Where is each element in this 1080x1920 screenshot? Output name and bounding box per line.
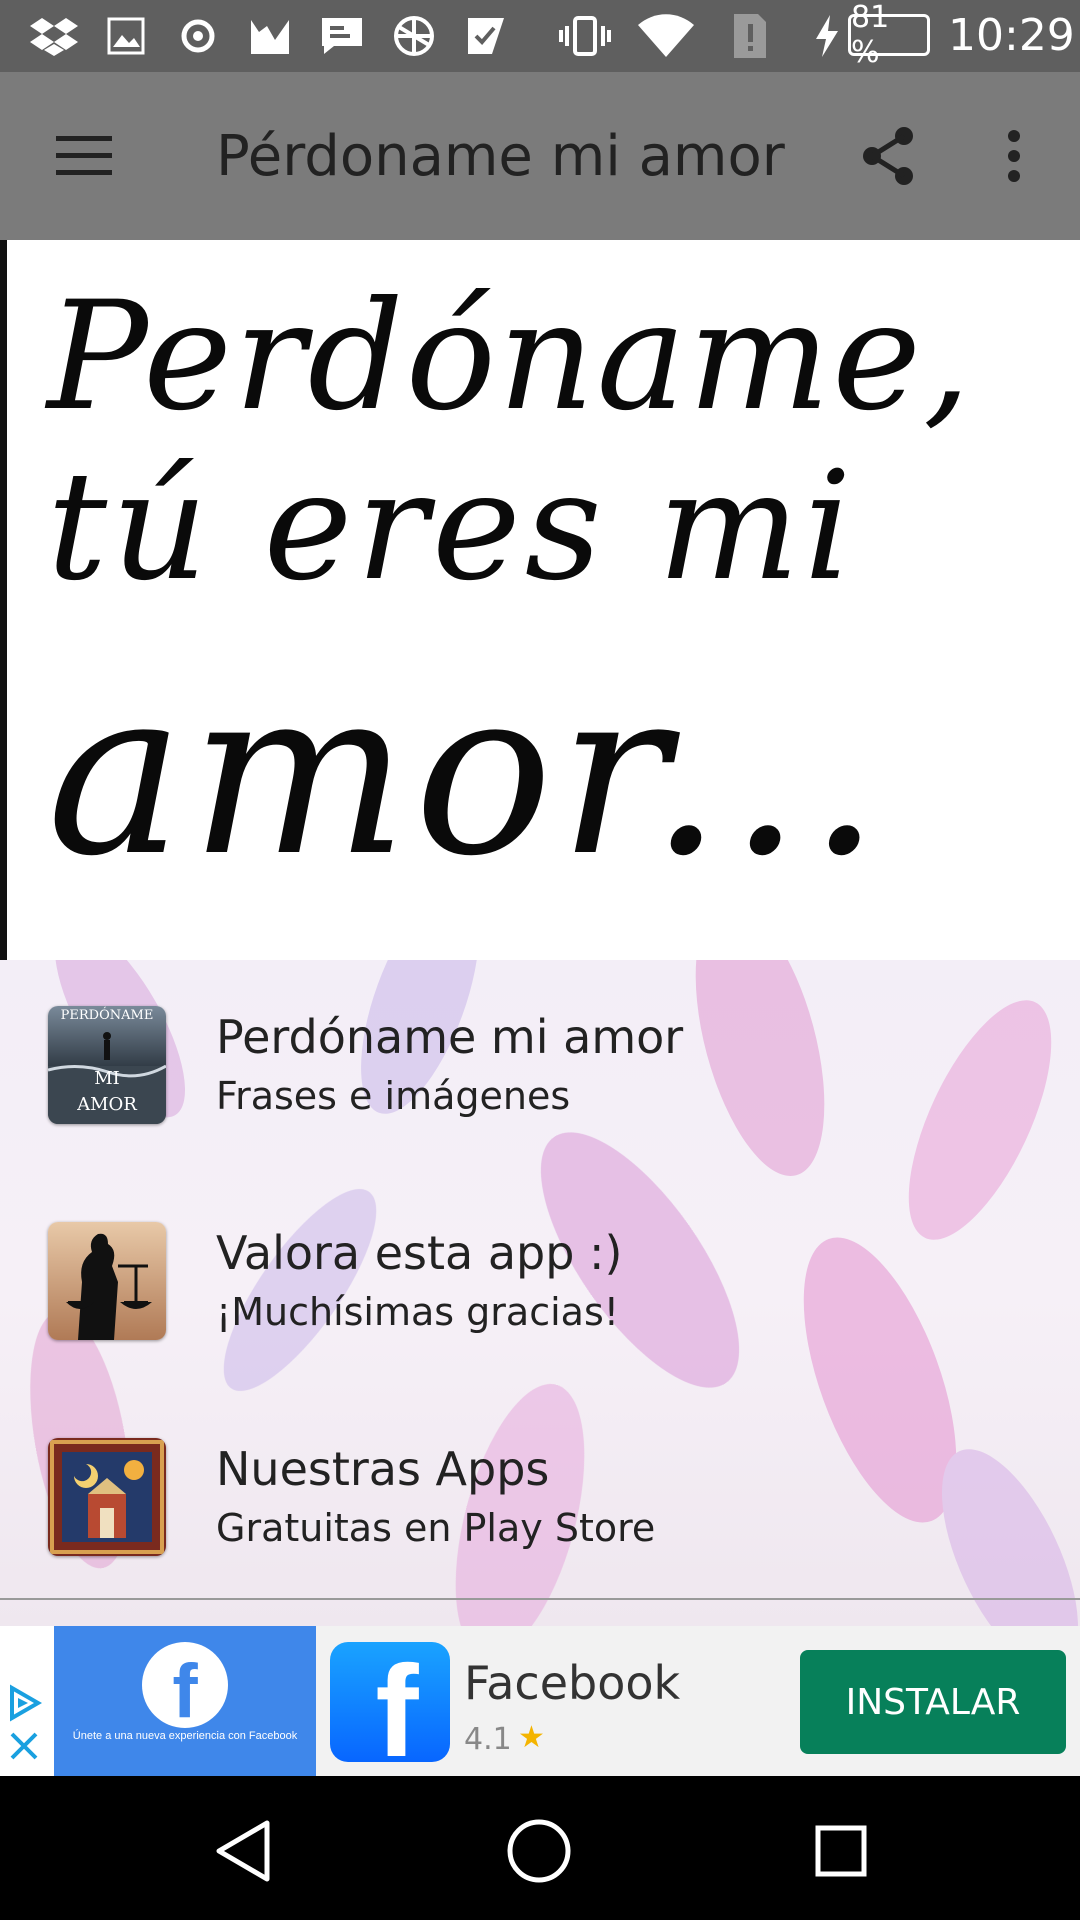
- app-bar: Pérdoname mi amor: [0, 72, 1080, 240]
- list-item-subtitle: Frases e imágenes: [216, 1074, 571, 1118]
- image-icon: [104, 14, 148, 58]
- list-item-title: Nuestras Apps: [216, 1442, 550, 1496]
- thumb-text-bot: AMOR: [77, 1094, 137, 1115]
- facebook-app-icon[interactable]: f: [330, 1642, 450, 1762]
- list-item-subtitle: Gratuitas en Play Store: [216, 1506, 656, 1550]
- our-apps-thumbnail: [48, 1438, 166, 1556]
- list-item-title: Valora esta app :): [216, 1226, 623, 1280]
- status-bar: 81 % 10:29: [0, 0, 1080, 72]
- ad-promo-tagline: Únete a una nueva experiencia con Facebo…: [72, 1730, 298, 1742]
- app-title: Pérdoname mi amor: [216, 124, 785, 189]
- ad-controls: [0, 1626, 54, 1776]
- thumb-text-mid: MI: [94, 1068, 120, 1089]
- recents-icon: [815, 1825, 867, 1877]
- list-divider: [0, 1598, 1080, 1600]
- ad-banner[interactable]: f Únete a una nueva experiencia con Face…: [0, 1626, 1080, 1776]
- globe-icon: [390, 14, 438, 58]
- home-icon: [507, 1819, 571, 1883]
- recents-button[interactable]: [796, 1806, 886, 1896]
- ad-close-icon[interactable]: [8, 1730, 40, 1767]
- home-button[interactable]: [494, 1806, 584, 1896]
- more-options-button[interactable]: [970, 112, 1058, 200]
- list-item-title: Perdóname mi amor: [216, 1010, 684, 1064]
- menu-button[interactable]: [40, 112, 128, 200]
- quote-line-3: amor...: [47, 640, 887, 907]
- navigation-bar: [0, 1776, 1080, 1920]
- check-icon: [464, 14, 508, 58]
- message-icon: [318, 14, 366, 58]
- list-item-subtitle: ¡Muchísimas gracias!: [216, 1290, 619, 1334]
- dropbox-icon: [26, 14, 82, 58]
- header-quote-image: Perdóname, tú eres mi amor...: [0, 240, 1080, 960]
- share-icon: [863, 127, 913, 185]
- list-item-our-apps[interactable]: Nuestras Apps Gratuitas en Play Store: [0, 1392, 1080, 1572]
- facebook-logo-icon: f: [142, 1642, 228, 1730]
- charging-icon: [812, 14, 842, 58]
- quote-line-1: Perdóname,: [47, 270, 973, 444]
- back-button[interactable]: [198, 1806, 288, 1896]
- menu-icon: [56, 136, 112, 175]
- battery-indicator: 81 %: [848, 0, 930, 70]
- menu-list: PERDÓNAME MI AMOR Perdóname mi amor Fras…: [0, 960, 1080, 1626]
- install-button[interactable]: INSTALAR: [800, 1650, 1066, 1754]
- list-item-perdoname[interactable]: PERDÓNAME MI AMOR Perdóname mi amor Fras…: [0, 960, 1080, 1140]
- thumb-text-top: PERDÓNAME: [60, 1008, 154, 1023]
- back-icon: [216, 1820, 270, 1882]
- perdoname-thumbnail: PERDÓNAME MI AMOR: [48, 1006, 166, 1124]
- wifi-icon: [634, 14, 698, 58]
- rate-app-thumbnail: [48, 1222, 166, 1340]
- more-vert-icon: [1008, 130, 1020, 182]
- sim-alert-icon: [730, 14, 770, 58]
- clock: 10:29: [948, 10, 1075, 61]
- ad-choices-icon[interactable]: [6, 1684, 44, 1727]
- vibrate-icon: [556, 14, 614, 58]
- star-icon: ★: [518, 1720, 545, 1755]
- sync-icon: [176, 14, 220, 58]
- share-button[interactable]: [844, 112, 932, 200]
- ad-app-name[interactable]: Facebook: [464, 1656, 680, 1710]
- analytics-icon: [248, 14, 292, 58]
- quote-line-2: tú eres mi: [47, 440, 856, 614]
- ad-app-rating: 4.1: [464, 1722, 512, 1757]
- list-item-rate-app[interactable]: Valora esta app :) ¡Muchísimas gracias!: [0, 1176, 1080, 1356]
- ad-promo-image[interactable]: f Únete a una nueva experiencia con Face…: [54, 1626, 316, 1776]
